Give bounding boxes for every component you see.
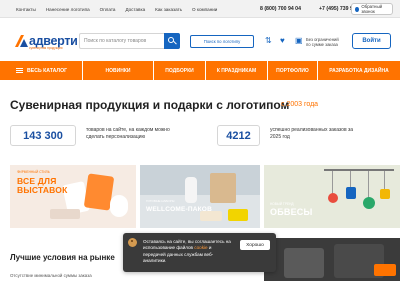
stat-products-value: 143 300 [10, 125, 76, 146]
cookie-link[interactable]: cookie [194, 245, 207, 250]
callback-label: Обратный звонок [361, 4, 383, 14]
logo-search-button[interactable]: Поиск по логотипу [190, 35, 254, 48]
logo-mark-icon [15, 35, 28, 47]
bottle-image [185, 177, 197, 203]
nav-item-new[interactable]: НОВИНКИ [83, 61, 153, 80]
top-link-how-to-order[interactable]: Как заказать [155, 7, 182, 12]
background-image [140, 165, 260, 195]
cookie-icon [128, 238, 137, 247]
nav-item-design[interactable]: РАЗРАБОТКА ДИЗАЙНА [318, 61, 400, 80]
charm-image [363, 197, 375, 209]
callback-button[interactable]: Обратный звонок [351, 3, 393, 15]
logo-tagline: сувенирная продукция [29, 46, 63, 50]
top-link-payment[interactable]: Оплата [100, 7, 116, 12]
promo-card-welcome-packs[interactable]: ГОТОВЫЕ НАБОРЫ WELLCOME-ПАКОВ [140, 165, 260, 228]
top-link-about[interactable]: О компании [192, 7, 217, 12]
top-link-contacts[interactable]: Контакты [16, 7, 36, 12]
stat-orders-value: 4212 [217, 125, 260, 146]
stat-orders-text: успешно реализованных заказов за 2025 го… [270, 127, 354, 140]
promo-card-charms[interactable]: НОВЫЙ ТРЕНД ОБВЕСЫ [264, 165, 400, 228]
product-image [110, 195, 128, 217]
menu-icon [16, 68, 23, 73]
promo-card-title: ВСЕ ДЛЯ ВЫСТАВОК [17, 176, 68, 195]
compare-icon[interactable]: ⇅ [265, 37, 272, 45]
logo[interactable]: адверти сувенирная продукция [15, 34, 78, 53]
stat-products-text: товаров на сайте, на каждом можно сделат… [86, 127, 170, 140]
nav-item-collections[interactable]: ПОДБОРКИ [154, 61, 205, 80]
printing-image [264, 238, 400, 281]
product-image [50, 209, 80, 219]
top-link-logo-printing[interactable]: Нанесение логотипа [46, 7, 90, 12]
charm-image [380, 189, 390, 199]
charm-image [328, 193, 338, 203]
nav-item-holidays[interactable]: К ПРАЗДНИКАМ [206, 61, 267, 80]
brand-label-image [374, 264, 396, 276]
cookie-accept-button[interactable]: Хорошо [240, 240, 270, 250]
promo-card-sub: НОВЫЙ ТРЕНД [270, 202, 294, 206]
item-image [228, 209, 248, 221]
charm-image [346, 187, 356, 199]
catalog-button[interactable]: ВЕСЬ КАТАЛОГ [0, 61, 82, 80]
cookie-text: Оставаясь на сайте, вы соглашаетесь на и… [143, 239, 231, 264]
since-year: с 2003 года [281, 101, 319, 108]
heart-icon[interactable]: ♥ [280, 37, 285, 45]
phone-free[interactable]: 8 (800) 700 94 04 [260, 0, 301, 18]
section-title: Лучшие условия на рынке [10, 253, 115, 262]
bag-image [210, 173, 236, 203]
promo-card-title: ОБВЕСЫ [270, 207, 313, 217]
promo-card-title: WELLCOME-ПАКОВ [146, 206, 212, 213]
cart-icon[interactable]: ▣ [295, 37, 303, 45]
top-bar: Контакты Нанесение логотипа Оплата Доста… [0, 0, 400, 18]
search-button[interactable] [164, 33, 180, 49]
phone-icon [355, 6, 360, 12]
login-button[interactable]: Войти [352, 33, 391, 49]
top-link-delivery[interactable]: Доставка [125, 7, 145, 12]
top-links: Контакты Нанесение логотипа Оплата Доста… [16, 0, 217, 18]
promo-card-sub: ГОТОВЫЕ НАБОРЫ [146, 199, 175, 203]
catalog-label: ВЕСЬ КАТАЛОГ [27, 67, 68, 74]
promo-card-sub: ФИРМЕННЫЙ СТИЛЬ [17, 170, 50, 174]
condition-item: Отсутствие минимальной суммы заказа [10, 273, 92, 278]
cookie-banner: Оставаясь на сайте, вы соглашаетесь на и… [123, 233, 276, 272]
nav-item-portfolio[interactable]: ПОРТФОЛИО [268, 61, 317, 80]
main-nav: ВЕСЬ КАТАЛОГ НОВИНКИ ПОДБОРКИ К ПРАЗДНИК… [0, 61, 400, 80]
page-title: Сувенирная продукция и подарки с логотип… [10, 98, 290, 112]
search-placeholder: Поиск по каталогу товаров [84, 38, 147, 44]
promo-card-exhibitions[interactable]: ФИРМЕННЫЙ СТИЛЬ ВСЕ ДЛЯ ВЫСТАВОК [10, 165, 136, 228]
cart-note: Без ограничений по сумме заказа [306, 37, 352, 47]
cart-note-line2: по сумме заказа [306, 42, 338, 47]
